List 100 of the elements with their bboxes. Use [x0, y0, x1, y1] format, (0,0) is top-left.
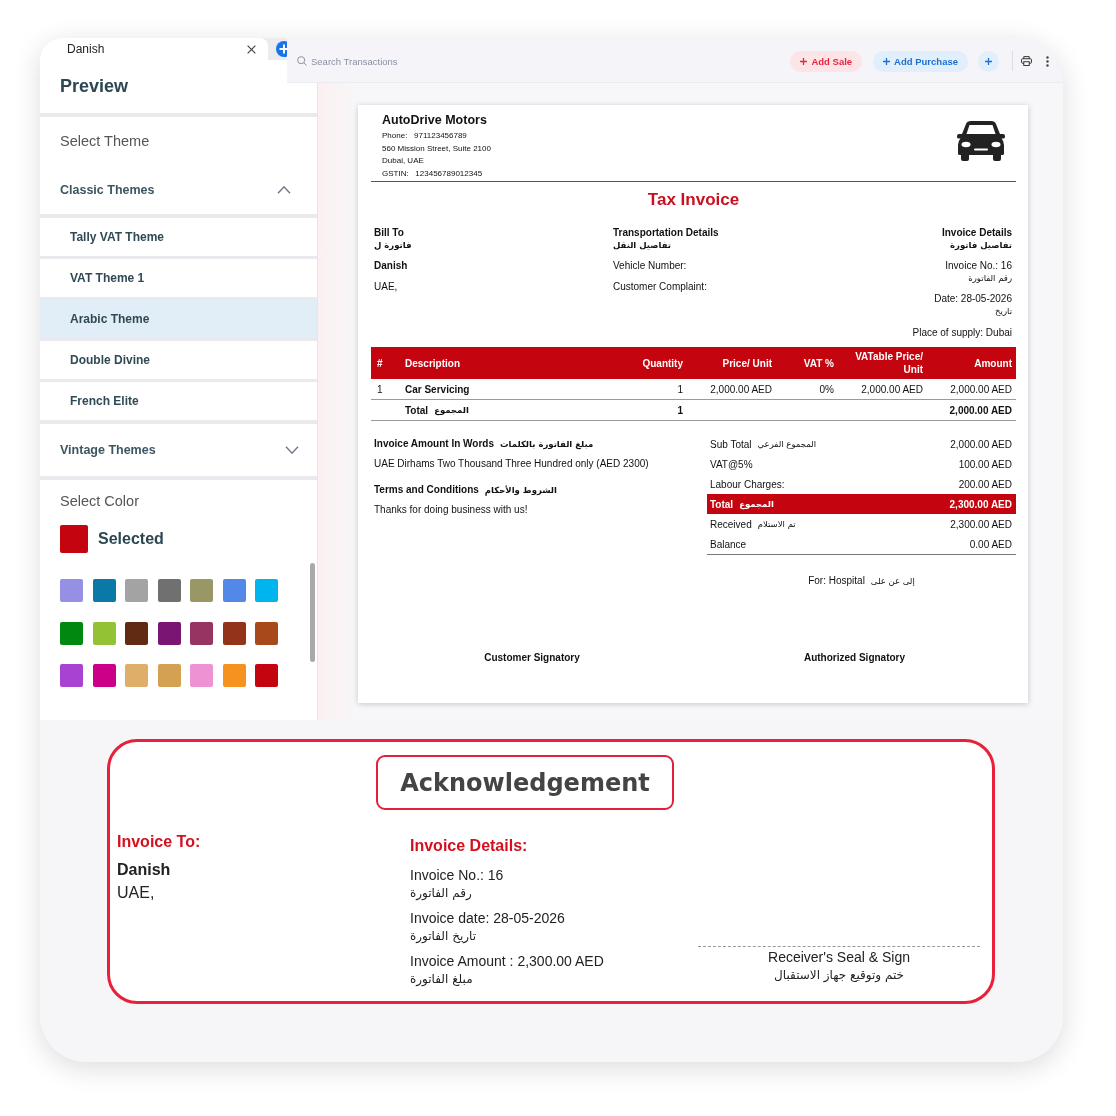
customer-address: UAE, [374, 280, 398, 293]
color-swatch[interactable] [125, 664, 148, 687]
detail-line: Invoice Amount : 2,300.00 AED [410, 952, 604, 970]
theme-group-header[interactable]: Classic Themes [40, 165, 317, 214]
table-cell-text: Car Servicing [404, 383, 470, 395]
color-swatch[interactable] [60, 579, 83, 602]
summary-label: Sub Total [710, 438, 752, 450]
table-cell-text: 1 [677, 404, 684, 416]
summary-value: 100.00 AED [958, 458, 1012, 470]
color-swatch[interactable] [60, 664, 83, 687]
color-swatch[interactable] [60, 621, 83, 645]
search-field[interactable]: Search Transactions [311, 55, 491, 67]
column-header: Price/ Unit [722, 356, 773, 370]
company-detail: Phone: 971123456789 [382, 130, 467, 142]
acknowledgement-title: Acknowledgement [376, 755, 674, 810]
customer-name: Danish [117, 860, 171, 880]
arabic-heading: تفاصيل النقل [613, 239, 671, 252]
company-detail: 560 Mission Street, Suite 2100 [382, 142, 491, 155]
arabic-label: تم الاستلام [757, 519, 796, 529]
plus-icon [883, 57, 891, 65]
section-heading: Invoice Details [941, 226, 1012, 239]
arabic-label: المجموع [434, 405, 469, 415]
detail-line: Place of supply: Dubai [912, 326, 1012, 339]
add-purchase-button[interactable]: Add Purchase [873, 50, 968, 72]
section-heading: Invoice Details: [410, 836, 528, 856]
color-swatch[interactable] [92, 664, 116, 687]
column-header: VATable Price/ Unit [854, 350, 924, 376]
arabic-heading: تفاصيل فاتورة [950, 239, 1012, 252]
color-swatch[interactable] [222, 664, 246, 687]
table-cell-text: 1 [376, 383, 383, 395]
color-swatch[interactable] [157, 621, 181, 645]
column-header: Amount [974, 356, 1013, 370]
arabic-label: تاريخ [995, 305, 1012, 318]
theme-item[interactable]: Arabic Theme [40, 300, 317, 338]
column-header: # [376, 356, 383, 370]
chevron-up-icon[interactable] [277, 185, 291, 194]
color-swatch[interactable] [190, 579, 213, 602]
arabic-label: رقم الفاتورة [968, 272, 1012, 285]
color-swatch[interactable] [222, 621, 246, 645]
color-swatch[interactable] [255, 664, 278, 687]
terms-text: Thanks for doing business with us! [374, 503, 528, 517]
arabic-heading: مبلغ الفاتورة بالكلمات [500, 438, 594, 452]
color-swatch[interactable] [222, 579, 246, 602]
arabic-label: المجموع [739, 499, 774, 509]
tab[interactable]: Danish [40, 38, 268, 60]
color-swatch[interactable] [255, 579, 278, 602]
section-heading: Transportation Details [613, 226, 719, 239]
close-icon[interactable] [247, 44, 256, 54]
plus-icon [985, 57, 992, 65]
summary-label: VAT@5% [710, 458, 753, 470]
table-cell-text: 0% [819, 383, 835, 395]
theme-group-header[interactable]: Vintage Themes [40, 424, 317, 476]
customer-address: UAE, [117, 883, 155, 903]
section-heading: Invoice To: [117, 832, 201, 852]
section-heading: Bill To [374, 226, 404, 239]
table-cell-text: 2,000.00 AED [950, 383, 1013, 395]
summary-value: 200.00 AED [958, 478, 1012, 490]
summary-value: 0.00 AED [969, 538, 1012, 550]
column-header: Description [404, 356, 460, 370]
print-icon[interactable] [1021, 56, 1032, 66]
signature-label: Receiver's Seal & Sign [768, 948, 910, 966]
detail-line: Invoice No.: 16 [945, 259, 1012, 272]
arabic-label: ختم وتوقيع جهاز الاستقبال [774, 967, 904, 984]
table-cell-text: 2,000.00 AED [710, 383, 773, 395]
total-label: Total [405, 404, 429, 416]
for-label: For: Hospital [808, 574, 865, 588]
add-sale-button[interactable]: Add Sale [790, 50, 863, 72]
invoice-title: Tax Invoice [647, 189, 740, 211]
company-detail: GSTIN: 123456789012345 [382, 167, 483, 180]
color-swatch[interactable] [190, 664, 213, 687]
color-swatch[interactable] [125, 579, 148, 602]
add-button[interactable] [978, 50, 999, 72]
customer-name: Danish [374, 259, 408, 272]
company-detail: Dubai, UAE [382, 155, 424, 168]
car-icon [956, 120, 1006, 161]
color-swatch[interactable] [125, 621, 148, 645]
color-swatch[interactable] [255, 621, 278, 645]
color-swatch[interactable] [92, 621, 116, 645]
summary-value: 2,300.00 AED [949, 498, 1012, 510]
color-swatch[interactable] [157, 579, 181, 602]
chevron-down-icon[interactable] [285, 446, 299, 454]
section-heading: Select Theme [60, 133, 150, 149]
arabic-label: إلى عن على [870, 575, 915, 588]
company-name: AutoDrive Motors [382, 113, 487, 128]
arabic-label: المجموع الفرعي [757, 439, 817, 449]
arabic-heading: الشروط والأحكام [484, 484, 557, 498]
section-heading: Select Color [60, 493, 139, 509]
signature-label: Customer Signatory [484, 651, 580, 665]
column-header: VAT % [803, 356, 835, 370]
field-label: Vehicle Number: [613, 259, 687, 272]
scrollbar-thumb[interactable] [310, 563, 315, 662]
field-label: Customer Complaint: [613, 280, 707, 293]
table-cell-text: 2,000.00 AED [861, 383, 924, 395]
detail-line: Date: 28-05-2026 [934, 292, 1012, 305]
panel-title: Preview [60, 76, 129, 97]
color-swatch[interactable] [92, 579, 116, 602]
table-cell-text: 1 [677, 383, 684, 395]
color-swatch[interactable] [157, 664, 181, 687]
color-swatch[interactable] [190, 621, 213, 645]
more-icon[interactable] [1046, 55, 1049, 67]
